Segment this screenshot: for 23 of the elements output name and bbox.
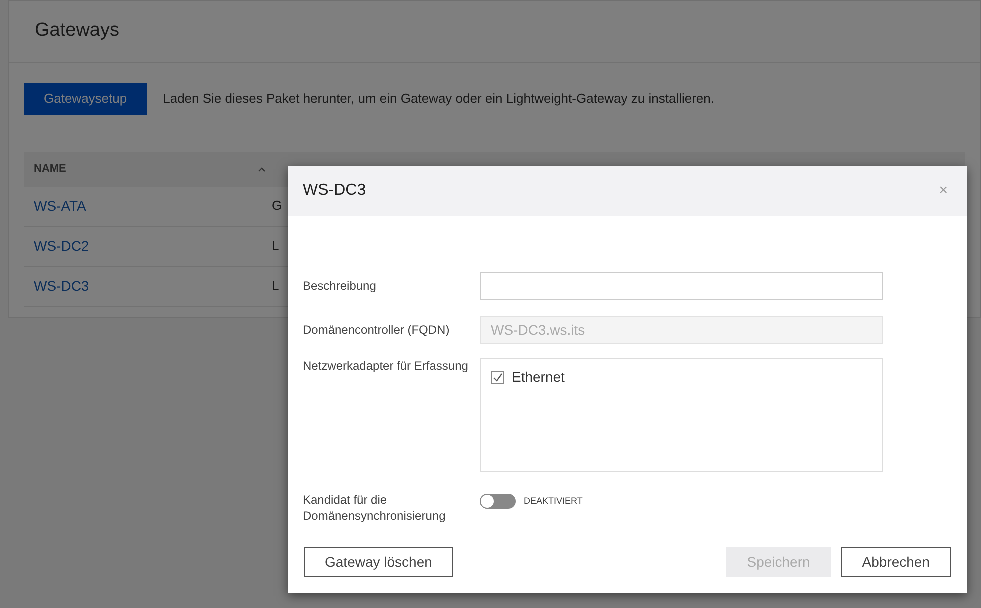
dialog-title: WS-DC3 bbox=[303, 181, 366, 201]
text-field[interactable] bbox=[480, 272, 883, 300]
dialog-button[interactable]: Abbrechen bbox=[841, 547, 951, 577]
page-title: Gateways bbox=[35, 20, 120, 41]
field-label: Beschreibung bbox=[303, 278, 378, 294]
gateway-link[interactable]: WS-DC2 bbox=[34, 238, 90, 254]
dialog-button[interactable]: Gateway löschen bbox=[304, 547, 454, 577]
gateway-link[interactable]: WS-ATA bbox=[34, 198, 86, 214]
gateway-setup-button[interactable]: Gatewaysetup bbox=[24, 83, 148, 114]
gateway-link[interactable]: WS-DC3 bbox=[34, 278, 90, 294]
table-cell: L bbox=[272, 278, 280, 294]
field-label: Netzwerkadapter für Erfassung bbox=[303, 358, 470, 374]
field-label: Domänencontroller (FQDN) bbox=[303, 322, 451, 338]
checkbox[interactable] bbox=[491, 371, 504, 384]
table-cell: G bbox=[272, 198, 282, 214]
table-cell: L bbox=[272, 238, 280, 254]
checkbox-label: Ethernet bbox=[512, 368, 565, 387]
column-header[interactable]: NAME bbox=[34, 160, 66, 178]
setup-description: Laden Sie dieses Paket herunter, um ein Gateway oder ein Lightweight-Gateway zu installieren. bbox=[163, 90, 714, 108]
toggle-state: DEAKTIVIERT bbox=[524, 494, 583, 508]
toggle-switch[interactable] bbox=[480, 494, 516, 509]
field-label: Kandidat für die Domänensynchronisierung bbox=[303, 492, 447, 524]
close-button[interactable]: × bbox=[935, 180, 952, 202]
